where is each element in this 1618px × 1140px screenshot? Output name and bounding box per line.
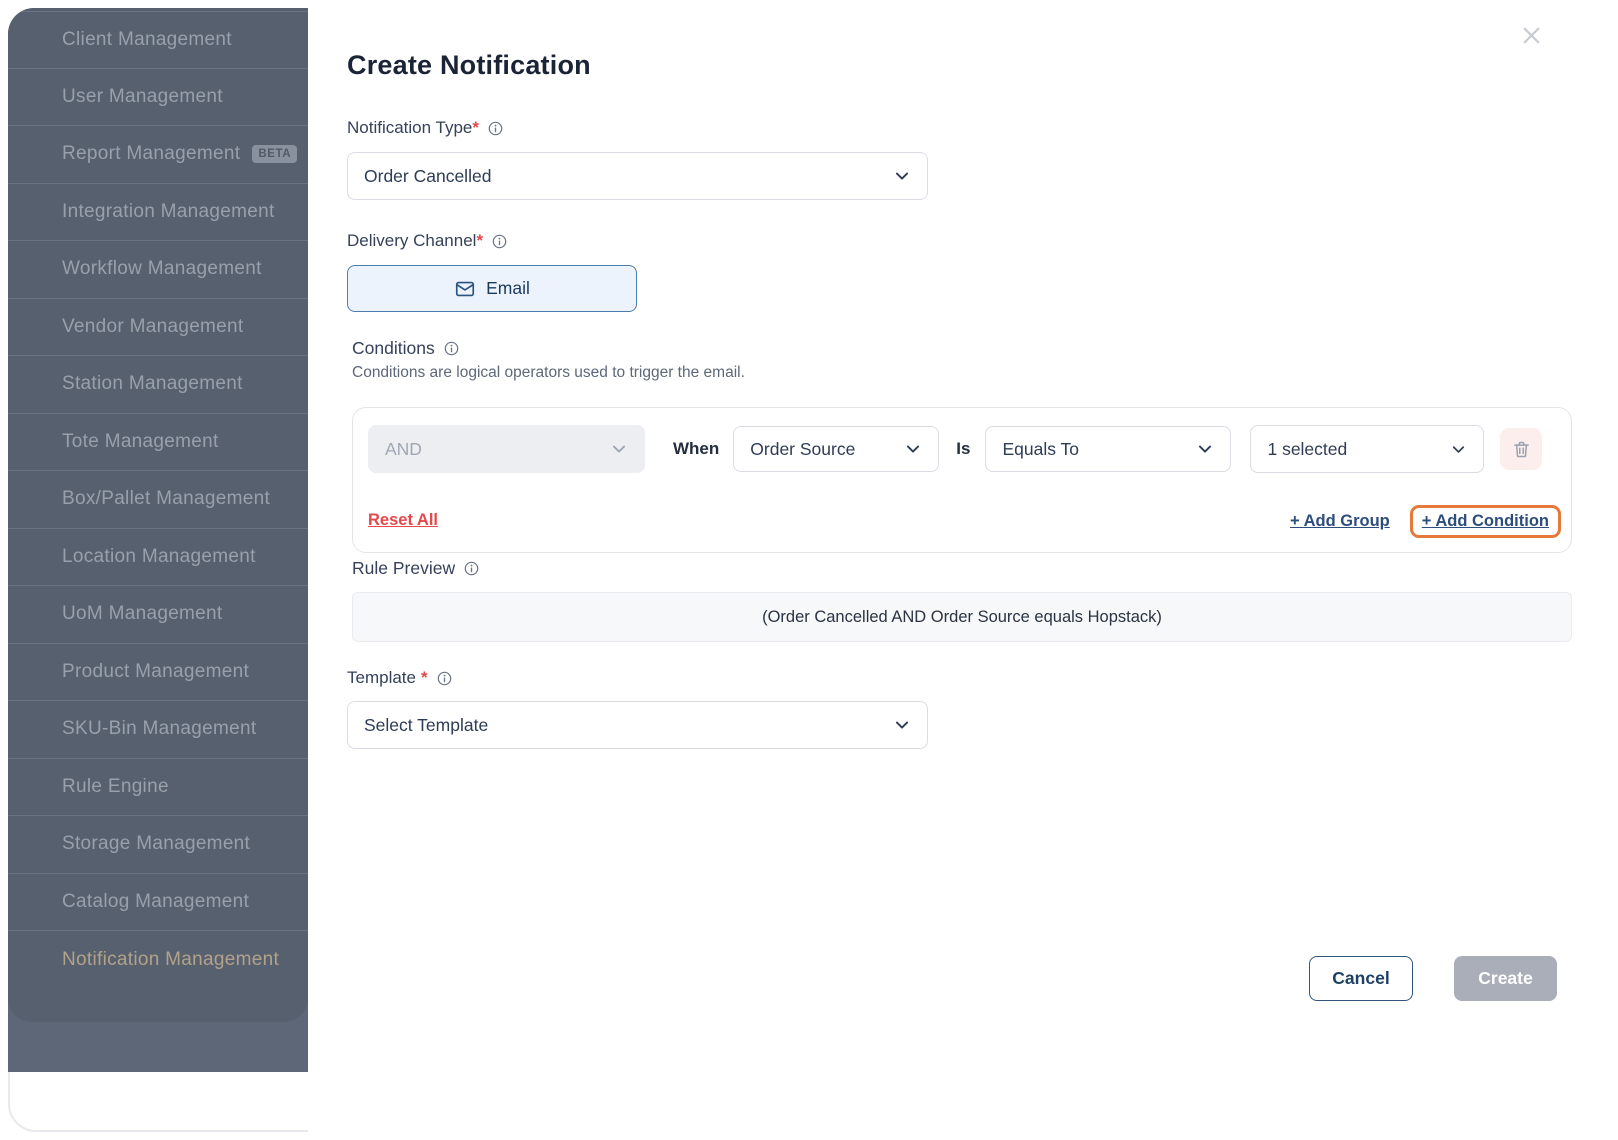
sidebar-item-label: Tote Management bbox=[62, 430, 219, 452]
template-value: Select Template bbox=[364, 714, 489, 735]
comparator-value: Equals To bbox=[1002, 438, 1080, 459]
cancel-button[interactable]: Cancel bbox=[1309, 956, 1413, 1001]
sidebar-item-label: Client Management bbox=[62, 28, 232, 50]
chevron-down-icon bbox=[1196, 440, 1214, 458]
notification-type-select[interactable]: Order Cancelled bbox=[347, 152, 928, 200]
condition-actions: + Add Group + Add Condition bbox=[1290, 505, 1561, 538]
sidebar-item-tote-management[interactable]: Tote Management bbox=[8, 414, 308, 471]
condition-value-select[interactable]: 1 selected bbox=[1250, 425, 1485, 473]
chevron-down-icon bbox=[893, 716, 911, 734]
delete-condition-button[interactable] bbox=[1500, 428, 1543, 470]
conditions-description: Conditions are logical operators used to… bbox=[352, 364, 745, 381]
sidebar-item-label: Storage Management bbox=[62, 833, 251, 855]
sidebar-item-station-management[interactable]: Station Management bbox=[8, 356, 308, 414]
email-icon bbox=[454, 278, 476, 300]
reset-all-link[interactable]: Reset All bbox=[368, 511, 438, 530]
operator-value: AND bbox=[385, 438, 422, 459]
sidebar-item-integration-management[interactable]: Integration Management bbox=[8, 184, 308, 241]
sidebar-item-label: UoM Management bbox=[62, 603, 223, 625]
operator-select[interactable]: AND bbox=[368, 425, 645, 473]
required-asterisk: * bbox=[476, 231, 484, 250]
condition-field-select[interactable]: Order Source bbox=[733, 426, 940, 472]
sidebar-menu: Client Management User Management Report… bbox=[8, 8, 308, 1022]
add-condition-highlight[interactable]: + Add Condition bbox=[1409, 505, 1561, 538]
sidebar: Client Management User Management Report… bbox=[8, 8, 308, 1072]
sidebar-item-label: Report Management bbox=[62, 143, 241, 165]
trash-icon bbox=[1511, 439, 1532, 460]
sidebar-item-label: SKU-Bin Management bbox=[62, 718, 257, 740]
sidebar-item-label: Location Management bbox=[62, 545, 256, 567]
notification-type-value: Order Cancelled bbox=[364, 165, 492, 186]
comparator-select[interactable]: Equals To bbox=[985, 426, 1232, 472]
is-label: Is bbox=[956, 439, 971, 458]
sidebar-item-catalog-management[interactable]: Catalog Management bbox=[8, 874, 308, 931]
email-channel-label: Email bbox=[486, 278, 530, 298]
sidebar-item-label: Vendor Management bbox=[62, 315, 244, 337]
sidebar-item-location-management[interactable]: Location Management bbox=[8, 529, 308, 586]
sidebar-item-label: Station Management bbox=[62, 373, 243, 395]
sidebar-item-label: Notification Management bbox=[62, 948, 280, 970]
sidebar-item-sku-bin-management[interactable]: SKU-Bin Management bbox=[8, 701, 308, 759]
chevron-down-icon bbox=[893, 167, 911, 185]
info-icon bbox=[444, 341, 459, 356]
chevron-down-icon bbox=[610, 440, 628, 458]
sidebar-item-product-management[interactable]: Product Management bbox=[8, 644, 308, 701]
condition-value-summary: 1 selected bbox=[1267, 438, 1348, 459]
sidebar-item-rule-engine[interactable]: Rule Engine bbox=[8, 759, 308, 816]
sidebar-item-report-management[interactable]: Report Management BETA bbox=[8, 126, 308, 184]
delivery-channel-label: Delivery Channel* bbox=[347, 231, 507, 251]
create-notification-modal: Create Notification Notification Type* O… bbox=[308, 8, 1610, 1132]
info-icon bbox=[464, 561, 479, 576]
create-button[interactable]: Create bbox=[1454, 956, 1557, 1001]
sidebar-item-label: User Management bbox=[62, 85, 223, 107]
sidebar-item-user-management[interactable]: User Management bbox=[8, 69, 308, 126]
condition-field-value: Order Source bbox=[750, 438, 856, 459]
sidebar-item-workflow-management[interactable]: Workflow Management bbox=[8, 241, 308, 299]
info-icon bbox=[437, 671, 452, 686]
conditions-group: AND When Order Source Is Equals To 1 sel… bbox=[352, 407, 1572, 553]
close-icon bbox=[1518, 22, 1545, 49]
sidebar-item-box-pallet-management[interactable]: Box/Pallet Management bbox=[8, 471, 308, 529]
sidebar-item-label: Integration Management bbox=[62, 200, 275, 222]
condition-row: AND When Order Source Is Equals To 1 sel… bbox=[368, 425, 1554, 473]
chevron-down-icon bbox=[1450, 441, 1467, 458]
required-asterisk: * bbox=[420, 668, 428, 687]
required-asterisk: * bbox=[472, 118, 479, 137]
rule-preview-box: (Order Cancelled AND Order Source equals… bbox=[352, 592, 1572, 642]
when-label: When bbox=[673, 439, 720, 458]
close-button[interactable] bbox=[1514, 18, 1548, 52]
rule-preview-label: Rule Preview bbox=[352, 558, 479, 579]
rule-preview-value: (Order Cancelled AND Order Source equals… bbox=[762, 607, 1162, 626]
chevron-down-icon bbox=[904, 440, 922, 458]
add-group-link[interactable]: + Add Group bbox=[1290, 512, 1390, 531]
sidebar-item-notification-management[interactable]: Notification Management bbox=[8, 931, 308, 989]
template-label: Template * bbox=[347, 668, 452, 688]
beta-badge: BETA bbox=[252, 145, 298, 164]
info-icon bbox=[488, 121, 503, 136]
email-channel-button[interactable]: Email bbox=[347, 265, 637, 312]
sidebar-item-label: Box/Pallet Management bbox=[62, 488, 271, 510]
sidebar-item-label: Workflow Management bbox=[62, 258, 262, 280]
sidebar-item-label: Rule Engine bbox=[62, 775, 169, 797]
sidebar-item-uom-management[interactable]: UoM Management bbox=[8, 586, 308, 644]
add-condition-link[interactable]: + Add Condition bbox=[1422, 512, 1549, 530]
info-icon bbox=[492, 234, 507, 249]
sidebar-item-client-management[interactable]: Client Management bbox=[8, 11, 308, 69]
template-select[interactable]: Select Template bbox=[347, 701, 928, 749]
sidebar-item-storage-management[interactable]: Storage Management bbox=[8, 816, 308, 874]
modal-title: Create Notification bbox=[347, 50, 591, 80]
sidebar-item-vendor-management[interactable]: Vendor Management bbox=[8, 299, 308, 356]
sidebar-item-label: Product Management bbox=[62, 660, 250, 682]
sidebar-item-label: Catalog Management bbox=[62, 890, 250, 912]
notification-type-label: Notification Type* bbox=[347, 118, 503, 138]
conditions-label: Conditions bbox=[352, 338, 459, 359]
